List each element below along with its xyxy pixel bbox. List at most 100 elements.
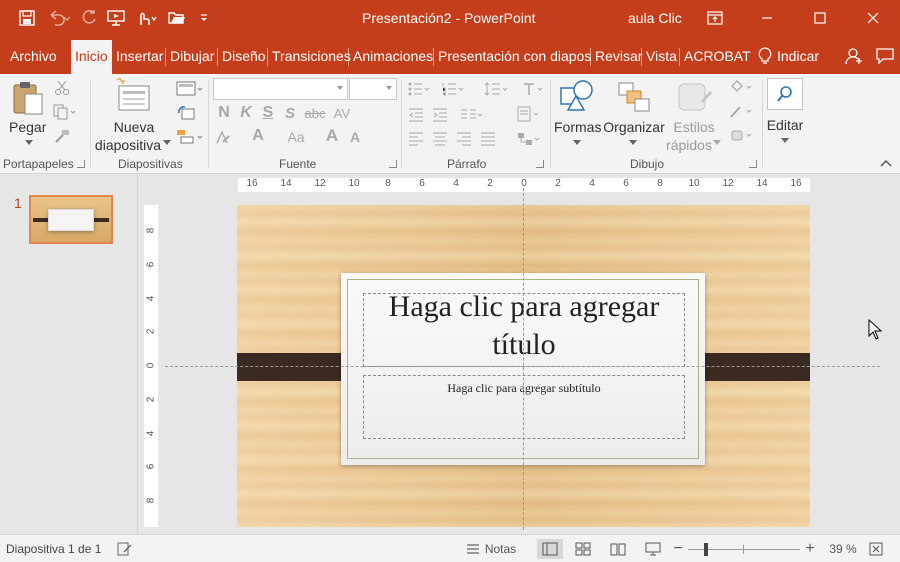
align-text-icon[interactable] bbox=[515, 104, 545, 124]
decrease-indent-icon[interactable] bbox=[406, 106, 426, 124]
shapes-label[interactable]: Formas bbox=[554, 118, 601, 136]
align-center-icon[interactable] bbox=[430, 130, 450, 148]
maximize-icon[interactable] bbox=[797, 0, 843, 36]
shrink-font-button[interactable]: A bbox=[348, 128, 362, 146]
strikethrough-icon[interactable]: abc bbox=[304, 104, 326, 122]
new-slide-label[interactable]: Nueva bbox=[96, 118, 172, 136]
shape-effects-icon[interactable] bbox=[728, 126, 756, 146]
grow-font-button[interactable]: A bbox=[324, 126, 340, 146]
copy-icon[interactable] bbox=[52, 102, 78, 122]
present-icon[interactable] bbox=[102, 6, 130, 30]
font-launcher-icon[interactable] bbox=[389, 160, 397, 168]
reset-slide-icon[interactable] bbox=[176, 104, 196, 122]
columns-icon[interactable] bbox=[458, 106, 486, 124]
comments-icon[interactable] bbox=[873, 44, 897, 68]
normal-view-icon[interactable] bbox=[537, 539, 563, 559]
bold-button[interactable]: N bbox=[216, 104, 232, 122]
chevron-down-icon[interactable] bbox=[572, 138, 582, 146]
fit-to-window-icon[interactable] bbox=[866, 539, 886, 559]
tab-insert[interactable]: Insertar bbox=[116, 40, 163, 74]
quick-styles-label-2[interactable]: rápidos bbox=[666, 136, 712, 154]
save-icon[interactable] bbox=[12, 6, 42, 30]
layout-icon[interactable] bbox=[176, 80, 204, 98]
new-slide-label-2[interactable]: diapositiva bbox=[93, 136, 163, 154]
zoom-slider-thumb[interactable] bbox=[704, 543, 708, 556]
clear-format-icon[interactable] bbox=[214, 128, 240, 146]
character-spacing-icon[interactable]: AV bbox=[328, 104, 356, 122]
shapes-icon[interactable] bbox=[558, 78, 596, 114]
search-icon[interactable] bbox=[767, 78, 803, 110]
bullets-icon[interactable] bbox=[406, 80, 434, 98]
spelling-check-icon[interactable] bbox=[114, 539, 136, 559]
touch-mode-icon[interactable] bbox=[130, 6, 162, 30]
tab-review[interactable]: Revisar bbox=[595, 40, 642, 74]
clipboard-launcher-icon[interactable] bbox=[77, 160, 85, 168]
reading-view-icon[interactable] bbox=[605, 539, 631, 559]
section-icon[interactable] bbox=[176, 128, 204, 146]
numbering-icon[interactable] bbox=[440, 80, 468, 98]
underline-button[interactable]: S bbox=[260, 104, 276, 122]
chevron-down-icon[interactable] bbox=[712, 138, 722, 146]
chevron-down-icon[interactable] bbox=[780, 136, 790, 144]
vertical-ruler[interactable]: 8 6 4 2 0 2 4 6 8 bbox=[144, 205, 158, 527]
cut-icon[interactable] bbox=[52, 78, 72, 98]
justify-icon[interactable] bbox=[478, 130, 498, 148]
title-placeholder[interactable]: Haga clic para agregar título bbox=[363, 290, 685, 367]
align-left-icon[interactable] bbox=[406, 130, 426, 148]
smartart-icon[interactable] bbox=[515, 130, 545, 148]
chevron-down-icon[interactable] bbox=[162, 138, 172, 146]
align-right-icon[interactable] bbox=[454, 130, 474, 148]
drawing-launcher-icon[interactable] bbox=[749, 160, 757, 168]
share-user-icon[interactable] bbox=[842, 44, 866, 68]
arrange-icon[interactable] bbox=[616, 80, 652, 114]
subtitle-placeholder[interactable]: Haga clic para agregar subtítulo bbox=[363, 375, 685, 439]
tell-me-search[interactable]: Indicar bbox=[777, 40, 819, 74]
format-painter-icon[interactable] bbox=[52, 126, 72, 146]
arrange-label[interactable]: Organizar bbox=[603, 118, 665, 136]
font-name-combo[interactable] bbox=[213, 78, 348, 100]
shape-fill-icon[interactable] bbox=[728, 78, 756, 98]
horizontal-ruler[interactable]: 16 14 12 10 8 6 4 2 0 2 4 6 8 10 12 14 16 bbox=[238, 178, 810, 192]
tab-draw[interactable]: Dibujar bbox=[170, 40, 214, 74]
tab-acrobat[interactable]: ACROBAT bbox=[684, 40, 751, 74]
tab-design[interactable]: Diseño bbox=[222, 40, 266, 74]
slide-thumbnail[interactable] bbox=[29, 195, 113, 244]
paragraph-launcher-icon[interactable] bbox=[536, 160, 544, 168]
chevron-down-icon[interactable] bbox=[24, 138, 34, 146]
redo-icon[interactable] bbox=[76, 6, 102, 30]
tab-home[interactable]: Inicio bbox=[71, 40, 112, 74]
line-spacing-icon[interactable] bbox=[482, 80, 512, 98]
tab-animations[interactable]: Animaciones bbox=[353, 40, 433, 74]
paste-label[interactable]: Pegar bbox=[9, 118, 46, 136]
zoom-level[interactable]: 39 % bbox=[826, 539, 860, 559]
open-icon[interactable] bbox=[162, 6, 192, 30]
font-color-button[interactable]: A bbox=[250, 126, 266, 146]
collapse-ribbon-icon[interactable] bbox=[880, 156, 892, 168]
user-name[interactable]: aula Clic bbox=[628, 10, 682, 26]
customize-qat-icon[interactable] bbox=[192, 6, 216, 30]
quick-styles-label[interactable]: Estilos bbox=[672, 118, 716, 136]
tab-file[interactable]: Archivo bbox=[10, 40, 57, 74]
tab-slideshow[interactable]: Presentación con diapos bbox=[438, 40, 591, 74]
tab-transitions[interactable]: Transiciones bbox=[272, 40, 351, 74]
minimize-icon[interactable] bbox=[744, 0, 790, 36]
slideshow-view-icon[interactable] bbox=[640, 539, 666, 559]
undo-icon[interactable] bbox=[42, 6, 76, 30]
tab-view[interactable]: Vista bbox=[646, 40, 677, 74]
editing-label[interactable]: Editar bbox=[763, 116, 807, 134]
shape-outline-icon[interactable] bbox=[728, 102, 756, 122]
shadow-text-icon[interactable]: S bbox=[282, 104, 298, 122]
zoom-in-button[interactable]: + bbox=[803, 539, 817, 559]
chevron-down-icon[interactable] bbox=[337, 86, 343, 90]
quick-styles-icon[interactable] bbox=[676, 80, 714, 116]
zoom-out-button[interactable]: − bbox=[671, 539, 685, 559]
new-slide-icon[interactable] bbox=[113, 78, 153, 114]
text-direction-icon[interactable] bbox=[520, 80, 546, 98]
chevron-down-icon[interactable] bbox=[628, 138, 638, 146]
increase-indent-icon[interactable] bbox=[430, 106, 450, 124]
ribbon-display-icon[interactable] bbox=[692, 0, 738, 36]
notes-button[interactable]: Notas bbox=[464, 539, 518, 559]
vertical-guide[interactable] bbox=[523, 188, 524, 530]
close-icon[interactable] bbox=[850, 0, 896, 36]
slide-sorter-icon[interactable] bbox=[570, 539, 596, 559]
